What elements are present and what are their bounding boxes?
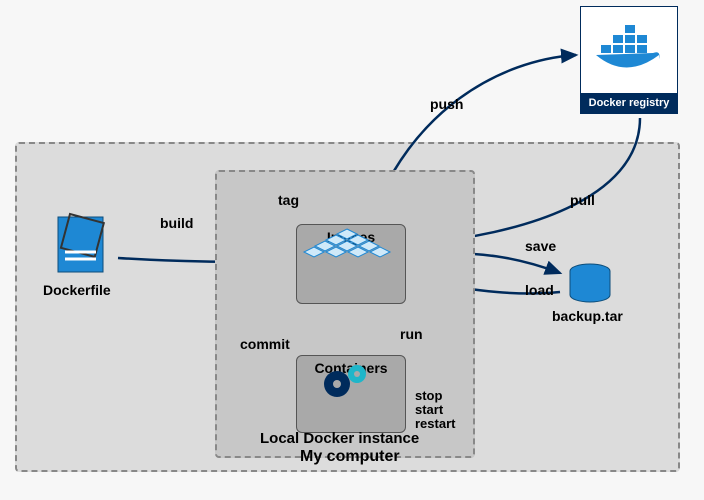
cmd-tag: tag xyxy=(278,192,299,208)
images-label: Images xyxy=(305,229,397,245)
dockerfile-label: Dockerfile xyxy=(43,282,111,298)
cmd-start: start xyxy=(415,402,443,417)
backup-tar-label: backup.tar xyxy=(552,308,623,324)
local-docker-label: Local Docker instance xyxy=(260,430,419,447)
docker-registry-label: Docker registry xyxy=(581,93,677,113)
cmd-build: build xyxy=(160,215,193,231)
cmd-pull: pull xyxy=(570,192,595,208)
cmd-load: load xyxy=(525,282,554,298)
docker-whale-icon xyxy=(581,7,679,87)
cmd-save: save xyxy=(525,238,556,254)
cmd-restart: restart xyxy=(415,416,455,431)
containers-node: Containers xyxy=(296,355,406,433)
images-node: Images xyxy=(296,224,406,304)
cmd-run: run xyxy=(400,326,423,342)
cmd-commit: commit xyxy=(240,336,290,352)
docker-registry-node: Docker registry xyxy=(580,6,678,114)
containers-label: Containers xyxy=(305,360,397,376)
cmd-stop: stop xyxy=(415,388,442,403)
cmd-push: push xyxy=(430,96,463,112)
my-computer-label: My computer xyxy=(300,448,400,466)
